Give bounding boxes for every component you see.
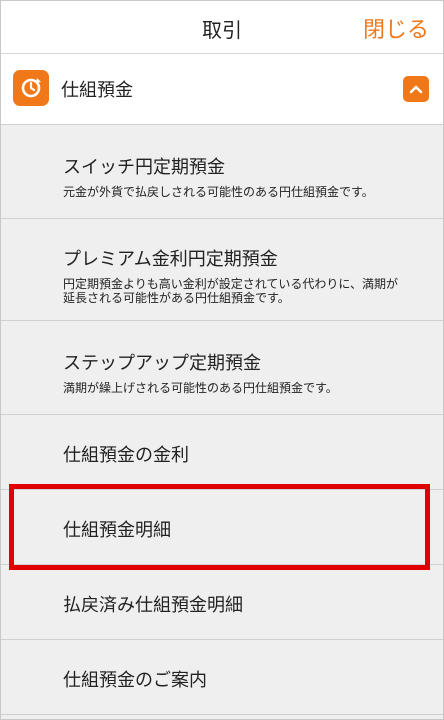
menu-item-description: 元金が外貨で払戻しされる可能性のある円仕組預金です。 [63,185,374,199]
screen: 取引 閉じる 仕組預金 スイッチ円定期預金 元金が外貨で払戻しされる可能性のある… [0,0,444,720]
menu-item-description: 満期が繰上げされる可能性のある円仕組預金です。 [63,381,338,395]
menu-item-description: 円定期預金よりも高い金利が設定されている代わりに、満期が 延長される可能性がある… [63,277,399,305]
chevron-up-icon[interactable] [403,76,429,102]
menu-item-label: 仕組預金の金利 [63,445,189,466]
menu-list: スイッチ円定期預金 元金が外貨で払戻しされる可能性のある円仕組預金です。 プレミ… [1,125,443,715]
menu-item-premium-rate-deposit[interactable]: プレミアム金利円定期預金 円定期預金よりも高い金利が設定されている代わりに、満期… [1,219,443,321]
menu-item-deposit-guide[interactable]: 仕組預金のご案内 [1,640,443,715]
menu-item-step-up-deposit[interactable]: ステップアップ定期預金 満期が繰上げされる可能性のある円仕組預金です。 [1,321,443,415]
clock-arrow-icon [13,70,49,106]
menu-item-label: 仕組預金のご案内 [63,670,207,691]
section-header[interactable]: 仕組預金 [1,54,443,125]
menu-item-withdrawn-details[interactable]: 払戻済み仕組預金明細 [1,565,443,640]
menu-item-deposit-rates[interactable]: 仕組預金の金利 [1,415,443,490]
menu-item-label: 仕組預金明細 [63,520,171,541]
menu-item-label: プレミアム金利円定期預金 [63,249,278,270]
menu-item-label: 払戻済み仕組預金明細 [63,595,243,616]
menu-item-label: スイッチ円定期預金 [63,157,225,178]
close-button[interactable]: 閉じる [363,12,429,44]
menu-item-switch-yen-deposit[interactable]: スイッチ円定期預金 元金が外貨で払戻しされる可能性のある円仕組預金です。 [1,125,443,219]
header-bar: 取引 閉じる [1,1,443,54]
section-title: 仕組預金 [61,80,133,101]
menu-item-label: ステップアップ定期預金 [63,353,261,374]
menu-item-deposit-details[interactable]: 仕組預金明細 [1,490,443,565]
